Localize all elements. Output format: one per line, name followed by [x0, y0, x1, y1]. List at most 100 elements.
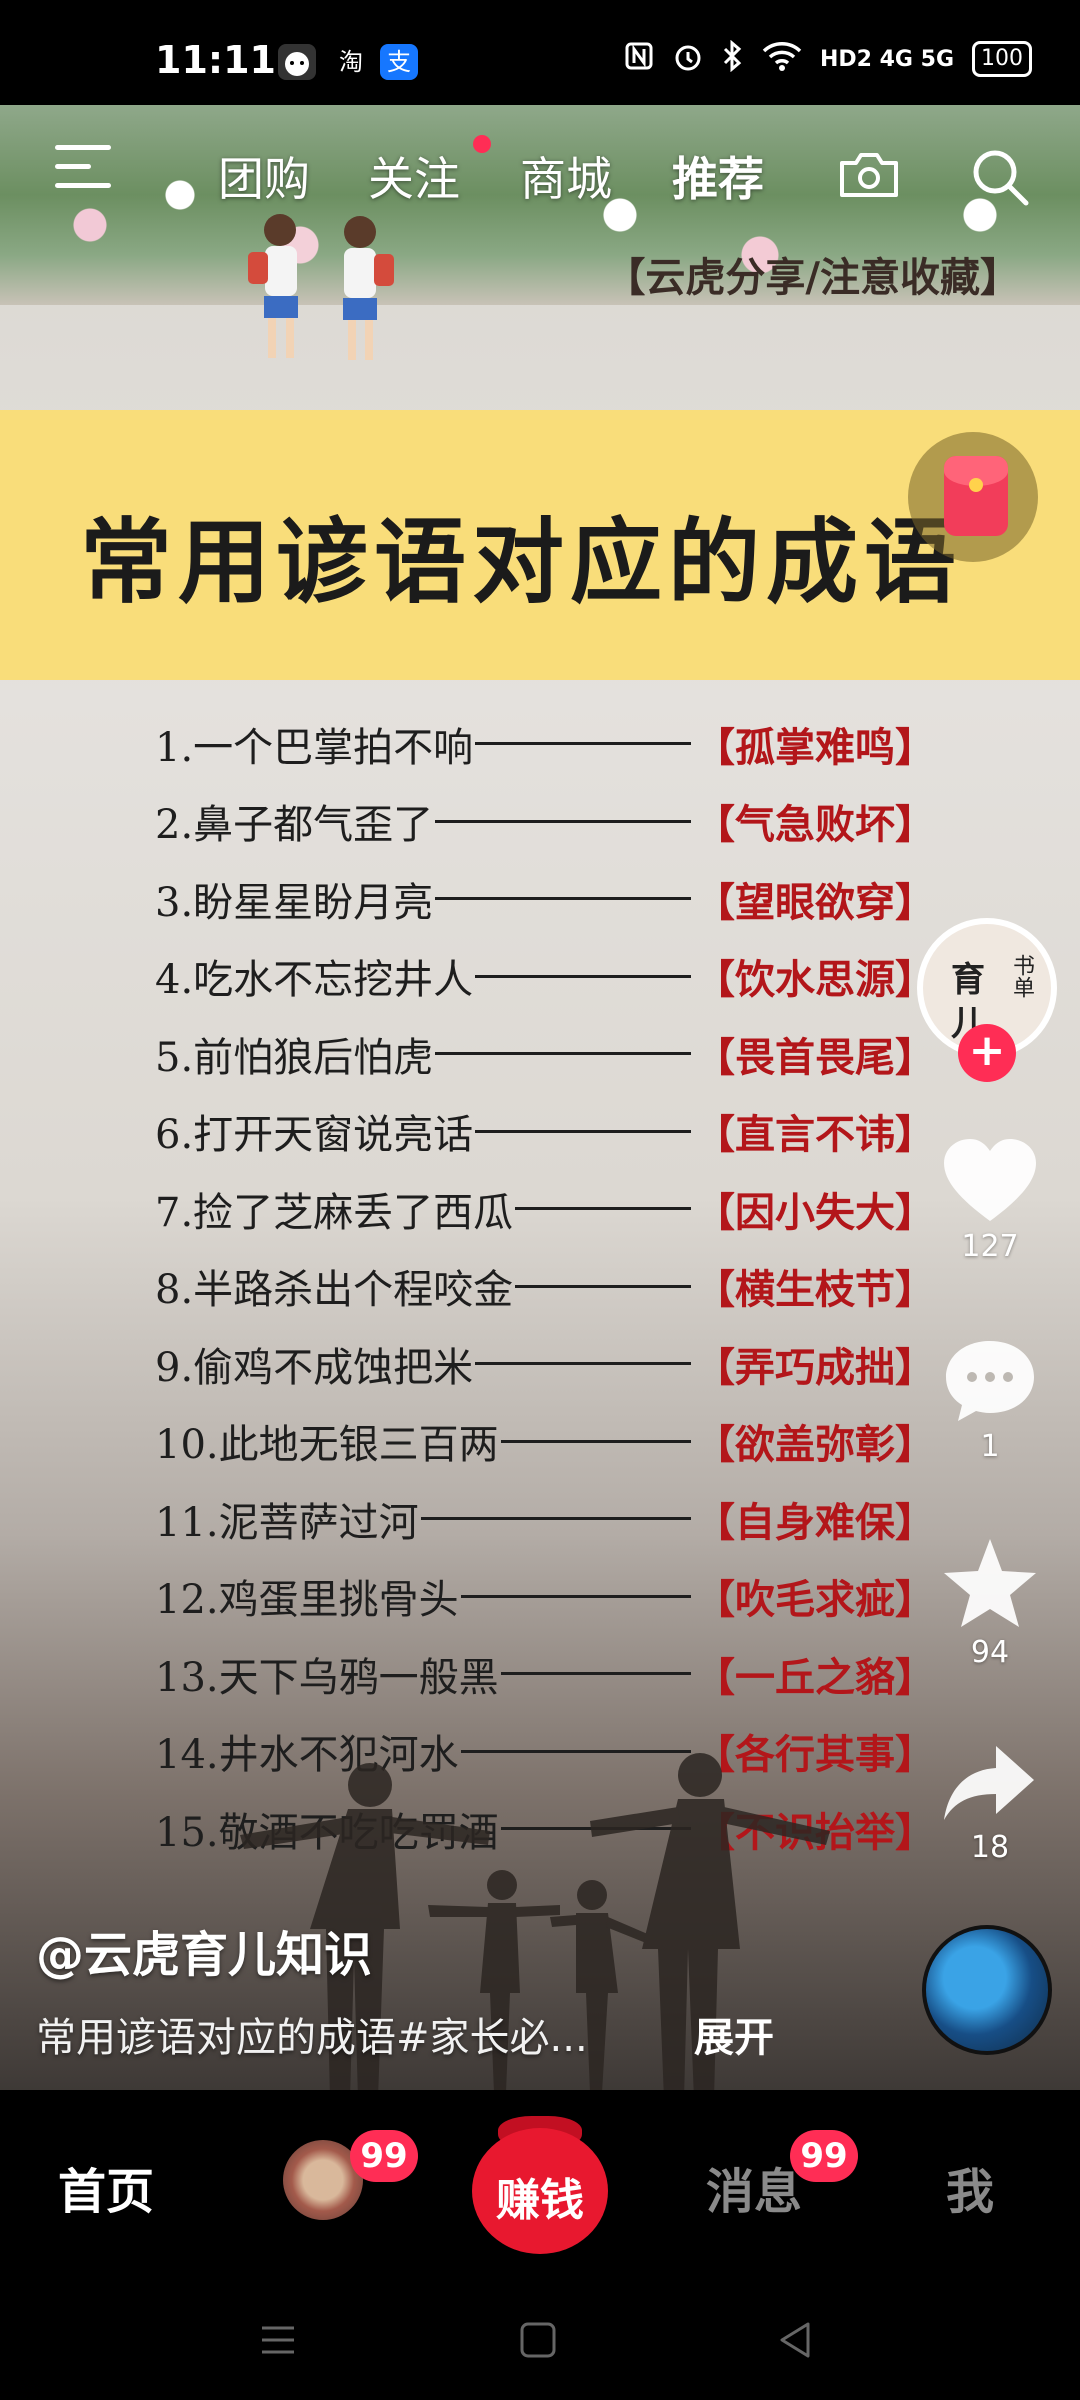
idiom-text: 【饮水思源】 — [695, 956, 935, 1004]
dash-line — [475, 1362, 691, 1366]
video-content[interactable]: 【云虎分享/注意收藏】 常用谚语对应的成语 1.一个巴掌拍不响 【孤掌难鸣】 2.鼻… — [0, 105, 1080, 2090]
idiom-list: 1.一个巴掌拍不响 【孤掌难鸣】 2.鼻子都气歪了 【气急败坏】 3.盼星星盼月亮 【望眼… — [155, 705, 935, 1868]
dash-line — [500, 1672, 691, 1676]
video-title: 常用谚语对应的成语 — [80, 508, 963, 616]
idiom-row: 4.吃水不忘挖井人 【饮水思源】 — [155, 938, 935, 1016]
status-indicators: HD2 4G 5G 100 — [624, 39, 1032, 78]
proverb-text: 11.泥菩萨过河 — [155, 1499, 419, 1546]
author-name[interactable]: @云虎育儿知识 — [36, 1915, 372, 1985]
alipay-icon: 支 — [380, 44, 418, 80]
idiom-row: 13.天下乌鸦一般黑 【一丘之貉】 — [155, 1635, 935, 1713]
taobao-icon: 淘 — [339, 48, 363, 76]
alarm-icon — [672, 40, 704, 78]
idiom-text: 【孤掌难鸣】 — [695, 723, 935, 771]
dash-line — [420, 1517, 691, 1521]
camera-icon[interactable] — [838, 151, 900, 199]
idiom-row: 12.鸡蛋里挑骨头 【吹毛求疵】 — [155, 1558, 935, 1636]
video-description[interactable]: 常用谚语对应的成语#家长必... — [36, 2005, 588, 2063]
proverb-text: 8.半路杀出个程咬金 — [155, 1267, 514, 1314]
idiom-text: 【横生枝节】 — [695, 1266, 935, 1314]
dash-line — [515, 1207, 691, 1211]
heart-icon — [944, 1139, 1036, 1221]
idiom-text: 【弄巧成拙】 — [695, 1343, 935, 1391]
idiom-row: 1.一个巴掌拍不响 【孤掌难鸣】 — [155, 705, 935, 783]
dash-line — [475, 742, 691, 746]
idiom-row: 8.半路杀出个程咬金 【横生枝节】 — [155, 1248, 935, 1326]
favorite-count: 94 — [970, 1635, 1010, 1670]
wifi-icon — [762, 41, 802, 77]
status-bar: 11:11 淘 支 HD2 4G 5G 100 — [0, 0, 1080, 105]
dash-line — [515, 1284, 691, 1288]
proverb-text: 10.此地无银三百两 — [155, 1422, 499, 1469]
menu-icon[interactable] — [55, 145, 111, 191]
messages-badge: 99 — [790, 2130, 858, 2182]
system-navigation — [0, 2280, 1080, 2400]
title-band: 常用谚语对应的成语 — [0, 410, 1080, 680]
notification-app-icon — [278, 44, 316, 80]
dash-line — [435, 819, 691, 823]
idiom-row: 2.鼻子都气歪了 【气急败坏】 — [155, 783, 935, 861]
dash-line — [460, 1594, 691, 1598]
earn-money-button[interactable]: 赚钱 — [470, 2108, 610, 2258]
network-label: HD2 4G 5G — [819, 46, 954, 72]
avatar-text: 书单 — [1009, 954, 1034, 998]
dash-line — [475, 1129, 691, 1133]
idiom-text: 【吹毛求疵】 — [695, 1576, 935, 1624]
proverb-text: 7.捡了芝麻丢了西瓜 — [155, 1189, 514, 1236]
recent-apps-icon[interactable] — [258, 2320, 298, 2360]
expand-button[interactable]: 展开 — [694, 2005, 774, 2063]
proverb-text: 12.鸡蛋里挑骨头 — [155, 1577, 459, 1624]
dash-line — [435, 897, 691, 901]
tab-group-buy[interactable]: 团购 — [218, 143, 310, 209]
music-disc[interactable] — [922, 1925, 1052, 2055]
comment-count: 1 — [980, 1429, 1000, 1464]
share-action[interactable]: 18 — [920, 1740, 1060, 1865]
tab-following[interactable]: 关注 — [368, 143, 460, 209]
friends-badge: 99 — [350, 2130, 418, 2182]
idiom-row: 11.泥菩萨过河 【自身难保】 — [155, 1480, 935, 1558]
proverb-text: 13.天下乌鸦一般黑 — [155, 1654, 499, 1701]
tab-recommend[interactable]: 推荐 — [672, 143, 764, 209]
search-icon[interactable] — [968, 145, 1032, 209]
battery-icon: 100 — [972, 41, 1032, 77]
favorite-action[interactable]: 94 — [920, 1535, 1060, 1670]
follow-button[interactable]: + — [958, 1024, 1016, 1082]
tab-mall[interactable]: 商城 — [520, 143, 612, 209]
nfc-icon — [624, 41, 654, 77]
like-action[interactable]: 127 — [920, 1135, 1060, 1264]
back-icon[interactable] — [776, 2320, 816, 2360]
top-navigation: 团购 关注 商城 推荐 — [0, 105, 1080, 245]
comment-action[interactable]: 1 — [920, 1335, 1060, 1464]
dash-line — [475, 974, 691, 978]
like-count: 127 — [961, 1229, 1019, 1264]
idiom-row: 3.盼星星盼月亮 【望眼欲穿】 — [155, 860, 935, 938]
following-notification-dot — [473, 135, 491, 153]
banner-tag: 【云虎分享/注意收藏】 — [605, 254, 1020, 301]
tab-messages[interactable]: 消息 — [706, 2152, 802, 2222]
idiom-text: 【直言不讳】 — [695, 1111, 935, 1159]
proverb-text: 6.打开天窗说亮话 — [155, 1112, 474, 1159]
star-icon — [944, 1539, 1036, 1627]
share-icon — [944, 1746, 1034, 1820]
home-icon[interactable] — [518, 2320, 558, 2360]
earn-label: 赚钱 — [496, 2175, 584, 2226]
share-count: 18 — [970, 1830, 1010, 1865]
status-time: 11:11 — [155, 38, 276, 82]
idiom-text: 【欲盖弥彰】 — [695, 1421, 935, 1469]
proverb-text: 5.前怕狼后怕虎 — [155, 1034, 434, 1081]
tab-home[interactable]: 首页 — [58, 2152, 154, 2222]
idiom-row: 7.捡了芝麻丢了西瓜 【因小失大】 — [155, 1170, 935, 1248]
tab-me[interactable]: 我 — [946, 2152, 994, 2222]
proverb-text: 3.盼星星盼月亮 — [155, 879, 434, 926]
dash-line — [435, 1052, 691, 1056]
idiom-text: 【自身难保】 — [695, 1498, 935, 1546]
idiom-text: 【气急败坏】 — [695, 801, 935, 849]
idiom-text: 【畏首畏尾】 — [695, 1033, 935, 1081]
proverb-text: 2.鼻子都气歪了 — [155, 802, 434, 849]
idiom-row: 9.偷鸡不成蚀把米 【弄巧成拙】 — [155, 1325, 935, 1403]
bluetooth-icon — [722, 39, 744, 78]
idiom-text: 【望眼欲穿】 — [695, 878, 935, 926]
red-packet-button[interactable] — [908, 432, 1038, 562]
dash-line — [500, 1439, 691, 1443]
idiom-row: 5.前怕狼后怕虎 【畏首畏尾】 — [155, 1015, 935, 1093]
